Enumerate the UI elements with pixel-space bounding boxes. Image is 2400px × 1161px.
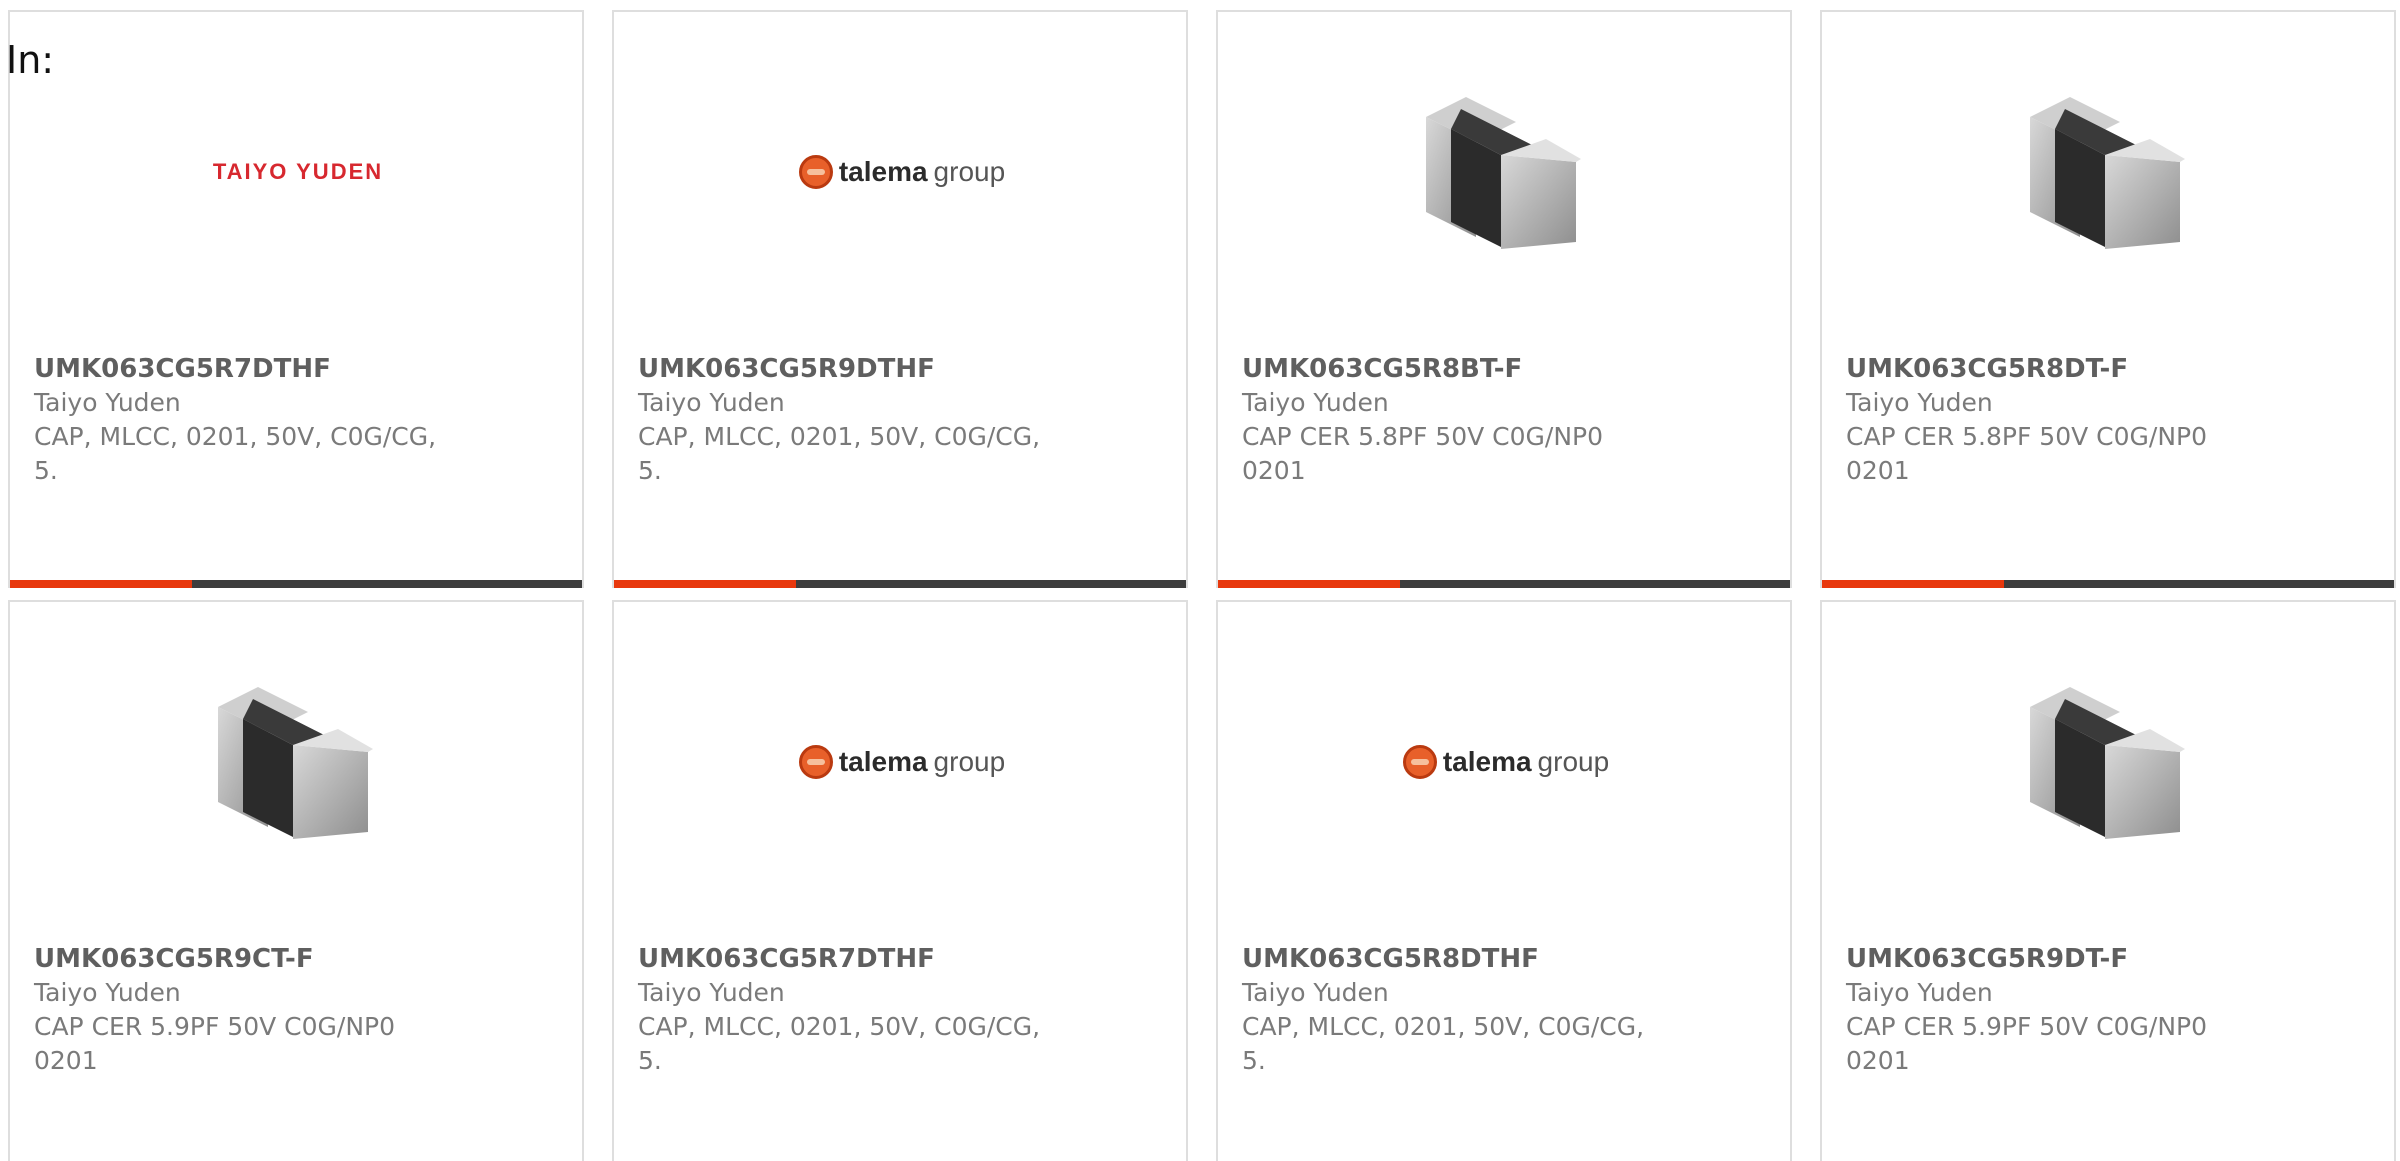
- product-card[interactable]: talema group UMK063CG5R7DTHF Taiyo Yuden …: [612, 600, 1188, 1161]
- manufacturer-name: Taiyo Yuden: [1846, 388, 1993, 417]
- mlcc-chip-capacitor-icon: [1426, 97, 1581, 249]
- product-info: UMK063CG5R8DTHF Taiyo Yuden CAP, MLCC, 0…: [1242, 942, 1682, 1078]
- product-card[interactable]: UMK063CG5R9CT-F Taiyo Yuden CAP CER 5.9P…: [8, 600, 584, 1161]
- talema-group-logo: talema group: [798, 155, 1005, 189]
- card-accent-bar: [614, 580, 1186, 588]
- product-image: talema group: [614, 52, 1186, 292]
- filter-prefix-label: In:: [6, 38, 55, 82]
- description-line: 0201: [1846, 1046, 1910, 1075]
- description-line: CAP CER 5.8PF 50V C0G/NP0: [1846, 422, 2208, 451]
- product-info: UMK063CG5R7DTHF Taiyo Yuden CAP, MLCC, 0…: [638, 942, 1078, 1078]
- product-info: UMK063CG5R7DTHF Taiyo Yuden CAP, MLCC, 0…: [34, 352, 474, 488]
- taiyo-yuden-logo: TAIYO YUDEN: [212, 159, 384, 184]
- description-line: 0201: [1242, 456, 1306, 485]
- mlcc-chip-capacitor-icon: [218, 687, 373, 839]
- talema-group-logo: talema group: [1402, 745, 1609, 779]
- description-line: CAP CER 5.9PF 50V C0G/NP0: [1846, 1012, 2208, 1041]
- description-line: CAP CER 5.9PF 50V C0G/NP0: [34, 1012, 396, 1041]
- description-line: 5.: [34, 456, 58, 485]
- part-number-link[interactable]: UMK063CG5R7DTHF: [638, 942, 1078, 976]
- card-accent-bar: [1822, 580, 2394, 588]
- description-line: CAP, MLCC, 0201, 50V, C0G/CG,: [34, 422, 437, 451]
- part-number-link[interactable]: UMK063CG5R8BT-F: [1242, 352, 1682, 386]
- product-image: TAIYO YUDEN: [10, 52, 582, 292]
- part-number-link[interactable]: UMK063CG5R9CT-F: [34, 942, 474, 976]
- product-image: [1218, 52, 1790, 292]
- part-number-link[interactable]: UMK063CG5R7DTHF: [34, 352, 474, 386]
- manufacturer-name: Taiyo Yuden: [34, 388, 181, 417]
- mlcc-chip-capacitor-icon: [2030, 687, 2185, 839]
- manufacturer-name: Taiyo Yuden: [638, 388, 785, 417]
- product-image: [1822, 52, 2394, 292]
- product-image: [10, 642, 582, 882]
- manufacturer-name: Taiyo Yuden: [1242, 978, 1389, 1007]
- product-info: UMK063CG5R9DT-F Taiyo Yuden CAP CER 5.9P…: [1846, 942, 2286, 1078]
- talema-group-logo: talema group: [798, 745, 1005, 779]
- mlcc-chip-capacitor-icon: [2030, 97, 2185, 249]
- product-image: talema group: [614, 642, 1186, 882]
- product-info: UMK063CG5R9DTHF Taiyo Yuden CAP, MLCC, 0…: [638, 352, 1078, 488]
- product-card[interactable]: UMK063CG5R8DT-F Taiyo Yuden CAP CER 5.8P…: [1820, 10, 2396, 588]
- part-number-link[interactable]: UMK063CG5R8DT-F: [1846, 352, 2286, 386]
- product-card[interactable]: talema group UMK063CG5R8DTHF Taiyo Yuden …: [1216, 600, 1792, 1161]
- description-line: 0201: [1846, 456, 1910, 485]
- manufacturer-name: Taiyo Yuden: [34, 978, 181, 1007]
- product-info: UMK063CG5R8BT-F Taiyo Yuden CAP CER 5.8P…: [1242, 352, 1682, 488]
- talema-mark-icon: [798, 745, 833, 779]
- description-line: 5.: [1242, 1046, 1266, 1075]
- description-line: CAP CER 5.8PF 50V C0G/NP0: [1242, 422, 1604, 451]
- product-info: UMK063CG5R9CT-F Taiyo Yuden CAP CER 5.9P…: [34, 942, 474, 1078]
- description-line: CAP, MLCC, 0201, 50V, C0G/CG,: [638, 422, 1041, 451]
- product-card[interactable]: UMK063CG5R8BT-F Taiyo Yuden CAP CER 5.8P…: [1216, 10, 1792, 588]
- part-number-link[interactable]: UMK063CG5R9DTHF: [638, 352, 1078, 386]
- part-number-link[interactable]: UMK063CG5R9DT-F: [1846, 942, 2286, 976]
- talema-mark-icon: [798, 155, 833, 189]
- results-page: In: TAIYO YUDEN UMK063CG5R7DTHF Taiyo Yu…: [0, 0, 2400, 1161]
- description-line: CAP, MLCC, 0201, 50V, C0G/CG,: [1242, 1012, 1645, 1041]
- manufacturer-name: Taiyo Yuden: [1242, 388, 1389, 417]
- product-card[interactable]: TAIYO YUDEN UMK063CG5R7DTHF Taiyo Yuden …: [8, 10, 584, 588]
- manufacturer-name: Taiyo Yuden: [638, 978, 785, 1007]
- description-line: 5.: [638, 1046, 662, 1075]
- product-card[interactable]: talema group UMK063CG5R9DTHF Taiyo Yuden …: [612, 10, 1188, 588]
- product-info: UMK063CG5R8DT-F Taiyo Yuden CAP CER 5.8P…: [1846, 352, 2286, 488]
- description-line: CAP, MLCC, 0201, 50V, C0G/CG,: [638, 1012, 1041, 1041]
- part-number-link[interactable]: UMK063CG5R8DTHF: [1242, 942, 1682, 976]
- product-image: talema group: [1218, 642, 1790, 882]
- description-line: 5.: [638, 456, 662, 485]
- description-line: 0201: [34, 1046, 98, 1075]
- talema-mark-icon: [1402, 745, 1437, 779]
- manufacturer-name: Taiyo Yuden: [1846, 978, 1993, 1007]
- card-accent-bar: [1218, 580, 1790, 588]
- card-accent-bar: [10, 580, 582, 588]
- product-image: [1822, 642, 2394, 882]
- product-card[interactable]: UMK063CG5R9DT-F Taiyo Yuden CAP CER 5.9P…: [1820, 600, 2396, 1161]
